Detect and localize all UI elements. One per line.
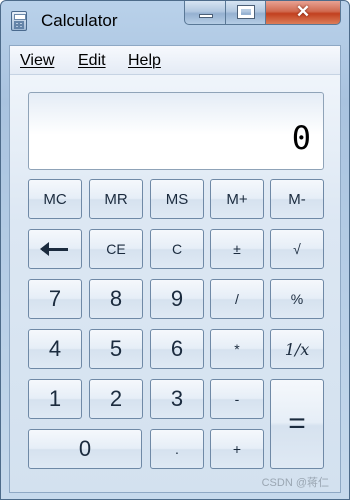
result-display: 0 — [28, 92, 324, 170]
digit-2-button[interactable]: 2 — [89, 379, 143, 419]
minimize-button[interactable] — [184, 1, 226, 25]
close-icon: ✕ — [295, 2, 311, 21]
ce-button[interactable]: CE — [89, 229, 143, 269]
backspace-arrow-icon — [40, 241, 68, 256]
calculator-app-icon[interactable] — [11, 11, 27, 31]
multiply-button[interactable]: * — [210, 329, 264, 369]
divide-button[interactable]: / — [210, 279, 264, 319]
digit-7-button[interactable]: 7 — [28, 279, 82, 319]
percent-button[interactable]: % — [270, 279, 324, 319]
add-button[interactable]: + — [210, 429, 264, 469]
c-button[interactable]: C — [150, 229, 204, 269]
sqrt-button[interactable]: √ — [270, 229, 324, 269]
digit-3-button[interactable]: 3 — [150, 379, 204, 419]
icon-screen — [14, 14, 26, 20]
window-title: Calculator — [41, 11, 118, 30]
watermark: CSDN @蒋仁 — [261, 477, 329, 489]
digit-1-button[interactable]: 1 — [28, 379, 82, 419]
display-value: 0 — [291, 119, 311, 157]
icon-keys — [14, 21, 24, 29]
calculator-window: Calculator ✕ View Edit Help 0 MC MR MS M… — [0, 0, 350, 500]
equals-button[interactable]: = — [270, 379, 324, 469]
calculator-body: View Edit Help 0 MC MR MS M+ M- CE C ± √… — [9, 45, 341, 493]
ms-button[interactable]: MS — [150, 179, 204, 219]
title-bar[interactable]: Calculator ✕ — [1, 1, 349, 41]
digit-5-button[interactable]: 5 — [89, 329, 143, 369]
digit-8-button[interactable]: 8 — [89, 279, 143, 319]
menu-edit[interactable]: Edit — [78, 52, 106, 70]
digit-6-button[interactable]: 6 — [150, 329, 204, 369]
subtract-button[interactable]: - — [210, 379, 264, 419]
digit-9-button[interactable]: 9 — [150, 279, 204, 319]
digit-4-button[interactable]: 4 — [28, 329, 82, 369]
m-minus-button[interactable]: M- — [270, 179, 324, 219]
menu-help[interactable]: Help — [128, 52, 161, 70]
decimal-button[interactable]: . — [150, 429, 204, 469]
plus-minus-button[interactable]: ± — [210, 229, 264, 269]
reciprocal-button[interactable]: 1/x — [270, 329, 324, 369]
m-plus-button[interactable]: M+ — [210, 179, 264, 219]
digit-0-button[interactable]: 0 — [28, 429, 142, 469]
maximize-button[interactable] — [226, 1, 266, 25]
menu-bar: View Edit Help — [10, 46, 340, 75]
mc-button[interactable]: MC — [28, 179, 82, 219]
maximize-icon — [237, 5, 255, 19]
menu-view[interactable]: View — [20, 52, 54, 70]
mr-button[interactable]: MR — [89, 179, 143, 219]
minimize-icon — [199, 14, 213, 18]
close-button[interactable]: ✕ — [266, 1, 341, 25]
backspace-button[interactable] — [28, 229, 82, 269]
